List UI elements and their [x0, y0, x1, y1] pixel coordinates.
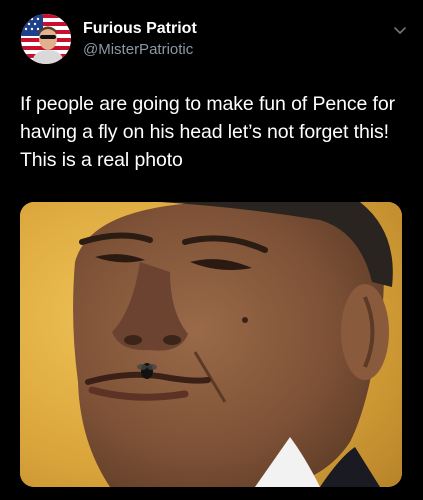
chevron-down-icon[interactable] [392, 22, 408, 38]
tweet-card: Furious Patriot @MisterPatriotic If peop… [0, 0, 423, 500]
tweet-photo[interactable] [20, 202, 402, 487]
author-display-name[interactable]: Furious Patriot [83, 20, 197, 38]
tweet-text: If people are going to make fun of Pence… [20, 93, 396, 171]
avatar[interactable] [21, 14, 71, 64]
tweet-header: Furious Patriot @MisterPatriotic [20, 14, 410, 66]
photo-image [20, 202, 402, 487]
american-flag-avatar-icon [21, 14, 71, 64]
author-handle[interactable]: @MisterPatriotic [83, 41, 193, 58]
